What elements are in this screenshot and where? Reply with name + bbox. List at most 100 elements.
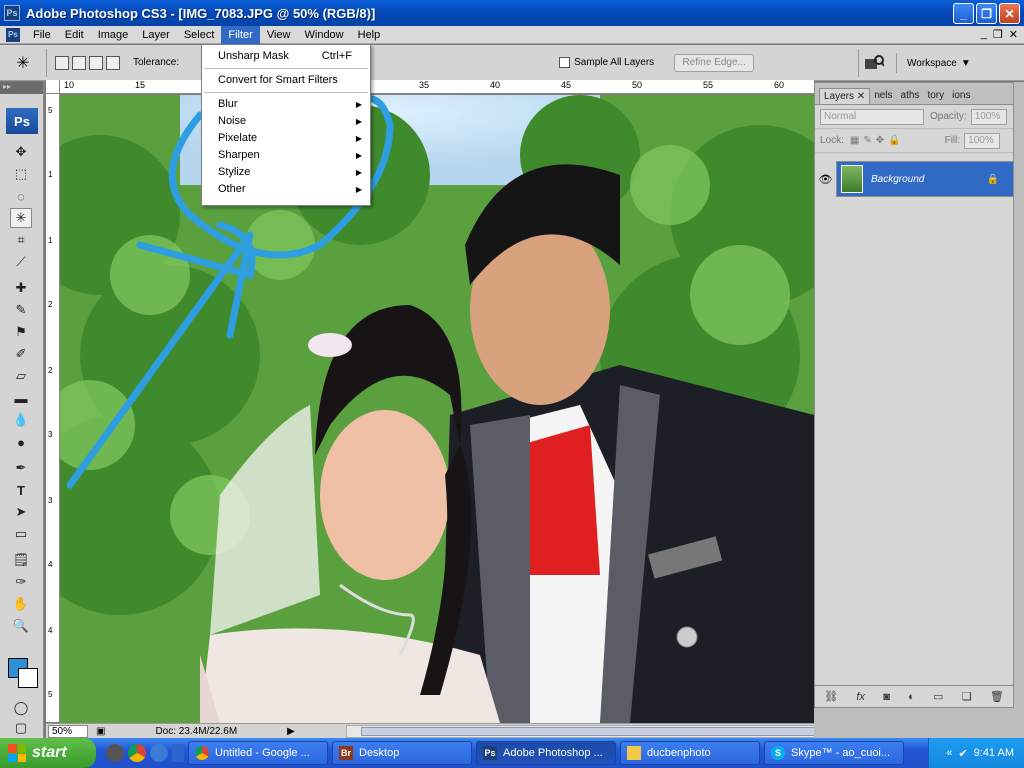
shape-tool-icon[interactable]: ▭ bbox=[10, 524, 32, 544]
bridge-icon[interactable] bbox=[858, 49, 888, 77]
lock-transparency-icon[interactable]: ▦ bbox=[850, 135, 859, 146]
tray-status-icon[interactable]: ✔ bbox=[958, 747, 967, 760]
menu-edit[interactable]: Edit bbox=[58, 26, 91, 44]
menu-item-other[interactable]: Other ▶ bbox=[202, 181, 370, 198]
task-photoshop[interactable]: Ps Adobe Photoshop ... bbox=[476, 741, 616, 765]
doc-minimize-icon[interactable]: _ bbox=[981, 28, 987, 41]
status-arrow-icon[interactable]: ▶ bbox=[287, 726, 295, 737]
brush-tool-icon[interactable]: ✎ bbox=[10, 300, 32, 320]
new-selection-icon[interactable] bbox=[55, 55, 69, 70]
menu-filter[interactable]: Filter bbox=[221, 25, 260, 44]
magic-wand-preset-icon[interactable]: ✳ bbox=[8, 48, 38, 78]
vertical-ruler[interactable]: 5 1 1 2 2 3 3 4 4 5 bbox=[46, 94, 60, 722]
menu-item-convert-smart-filters[interactable]: Convert for Smart Filters bbox=[202, 72, 370, 89]
tab-actions[interactable]: ions bbox=[948, 88, 974, 104]
menu-file[interactable]: File bbox=[26, 26, 58, 44]
pen-tool-icon[interactable]: ✒ bbox=[10, 458, 32, 478]
menu-item-blur[interactable]: Blur ▶ bbox=[202, 96, 370, 113]
menu-layer[interactable]: Layer bbox=[135, 26, 177, 44]
add-selection-icon[interactable] bbox=[72, 55, 86, 70]
menu-item-stylize[interactable]: Stylize ▶ bbox=[202, 164, 370, 181]
eye-icon[interactable]: 👁 bbox=[815, 161, 837, 197]
hand-tool-icon[interactable]: ✋ bbox=[10, 594, 32, 614]
photoshop-menu-icon[interactable]: Ps bbox=[6, 27, 20, 42]
new-group-icon[interactable]: ▭ bbox=[933, 690, 943, 703]
opacity-field[interactable]: 100% bbox=[970, 108, 1007, 125]
menu-select[interactable]: Select bbox=[177, 26, 222, 44]
dodge-tool-icon[interactable]: ● bbox=[10, 432, 32, 452]
photoshop-logo[interactable]: Ps bbox=[6, 108, 38, 134]
notes-tool-icon[interactable]: 🗒 bbox=[10, 550, 32, 570]
background-color-swatch[interactable] bbox=[18, 668, 38, 688]
doc-close-icon[interactable]: ✕ bbox=[1009, 28, 1018, 41]
menu-image[interactable]: Image bbox=[91, 26, 136, 44]
workspace-dropdown[interactable]: Workspace ▼ bbox=[896, 53, 971, 73]
slice-tool-icon[interactable]: ⟋ bbox=[10, 252, 32, 272]
path-selection-icon[interactable]: ➤ bbox=[10, 502, 32, 522]
crop-tool-icon[interactable]: ⌗ bbox=[10, 230, 32, 250]
subtract-selection-icon[interactable] bbox=[89, 55, 103, 70]
doc-restore-icon[interactable]: ❐ bbox=[993, 28, 1003, 41]
zoom-field[interactable]: 50% bbox=[48, 724, 88, 738]
lock-position-icon[interactable]: ✥ bbox=[876, 135, 884, 146]
start-button[interactable]: start bbox=[0, 738, 96, 768]
sample-all-layers-checkbox[interactable] bbox=[559, 57, 571, 68]
blend-mode-select[interactable]: Normal bbox=[820, 108, 924, 125]
minimize-button[interactable]: _ bbox=[953, 3, 974, 24]
quick-mask-icon[interactable]: ◯ bbox=[10, 698, 32, 718]
tab-paths[interactable]: aths bbox=[897, 88, 924, 104]
history-brush-icon[interactable]: ✐ bbox=[10, 344, 32, 364]
document-canvas[interactable] bbox=[60, 95, 814, 723]
layer-style-icon[interactable]: fx bbox=[856, 691, 865, 703]
photoshop-app-icon[interactable]: Ps bbox=[4, 5, 20, 21]
zoom-tool-icon[interactable]: 🔍 bbox=[10, 616, 32, 636]
tray-arrow-icon[interactable]: « bbox=[946, 747, 952, 759]
adjustment-layer-icon[interactable]: ◐ bbox=[908, 691, 915, 703]
tab-history[interactable]: tory bbox=[923, 88, 948, 104]
clone-stamp-icon[interactable]: ⚑ bbox=[10, 322, 32, 342]
magic-wand-tool-icon[interactable]: ✳ bbox=[10, 208, 32, 228]
blur-tool-icon[interactable]: 💧 bbox=[10, 410, 32, 430]
task-skype[interactable]: S Skype™ - ao_cuoi... bbox=[764, 741, 904, 765]
media-icon[interactable] bbox=[106, 744, 124, 762]
new-layer-icon[interactable]: ❏ bbox=[962, 690, 972, 703]
tab-layers[interactable]: Layers ✕ bbox=[819, 88, 871, 104]
type-tool-icon[interactable]: T bbox=[10, 480, 32, 500]
horizontal-ruler[interactable]: 10 15 20 25 30 35 40 45 50 55 60 bbox=[60, 80, 814, 94]
overflow-icon[interactable] bbox=[172, 744, 184, 762]
ruler-corner[interactable] bbox=[46, 80, 60, 94]
menu-item-noise[interactable]: Noise ▶ bbox=[202, 113, 370, 130]
intersect-selection-icon[interactable] bbox=[106, 55, 120, 70]
tab-channels[interactable]: nels bbox=[870, 88, 896, 104]
healing-brush-icon[interactable]: ✚ bbox=[10, 278, 32, 298]
fill-field[interactable]: 100% bbox=[964, 132, 1001, 149]
layer-mask-icon[interactable]: ◙ bbox=[883, 691, 890, 703]
task-chrome[interactable]: Untitled - Google ... bbox=[188, 741, 328, 765]
task-folder[interactable]: ducbenphoto bbox=[620, 741, 760, 765]
status-menu-icon[interactable]: ▣ bbox=[96, 726, 105, 737]
menu-item-unsharp-mask[interactable]: Unsharp Mask Ctrl+F bbox=[202, 48, 370, 65]
delete-layer-icon[interactable]: 🗑 bbox=[990, 690, 1004, 703]
eraser-tool-icon[interactable]: ▱ bbox=[10, 366, 32, 386]
lasso-tool-icon[interactable]: ◌ bbox=[10, 186, 32, 206]
maximize-button[interactable]: ❐ bbox=[976, 3, 997, 24]
menu-item-sharpen[interactable]: Sharpen ▶ bbox=[202, 147, 370, 164]
lock-pixels-icon[interactable]: ✎ bbox=[863, 135, 871, 146]
gradient-tool-icon[interactable]: ▬ bbox=[10, 388, 32, 408]
eyedropper-tool-icon[interactable]: ✑ bbox=[10, 572, 32, 592]
link-layers-icon[interactable]: ⛓ bbox=[824, 690, 838, 703]
menu-view[interactable]: View bbox=[260, 26, 298, 44]
toolbox-grip[interactable]: ▸▸ bbox=[0, 82, 43, 94]
lock-all-icon[interactable]: 🔒 bbox=[888, 135, 900, 146]
layer-name[interactable]: Background bbox=[871, 174, 924, 185]
menu-item-pixelate[interactable]: Pixelate ▶ bbox=[202, 130, 370, 147]
layer-background[interactable]: 👁 Background 🔒 bbox=[815, 161, 1013, 197]
marquee-tool-icon[interactable]: ⬚ bbox=[10, 164, 32, 184]
menu-window[interactable]: Window bbox=[298, 26, 351, 44]
screen-mode-icon[interactable]: ▢ bbox=[10, 718, 32, 738]
refine-edge-button[interactable]: Refine Edge... bbox=[674, 53, 755, 72]
close-button[interactable]: ✕ bbox=[999, 3, 1020, 24]
close-icon[interactable]: ✕ bbox=[857, 91, 865, 102]
ie-icon[interactable] bbox=[150, 744, 168, 762]
move-tool-icon[interactable]: ✥ bbox=[10, 142, 32, 162]
